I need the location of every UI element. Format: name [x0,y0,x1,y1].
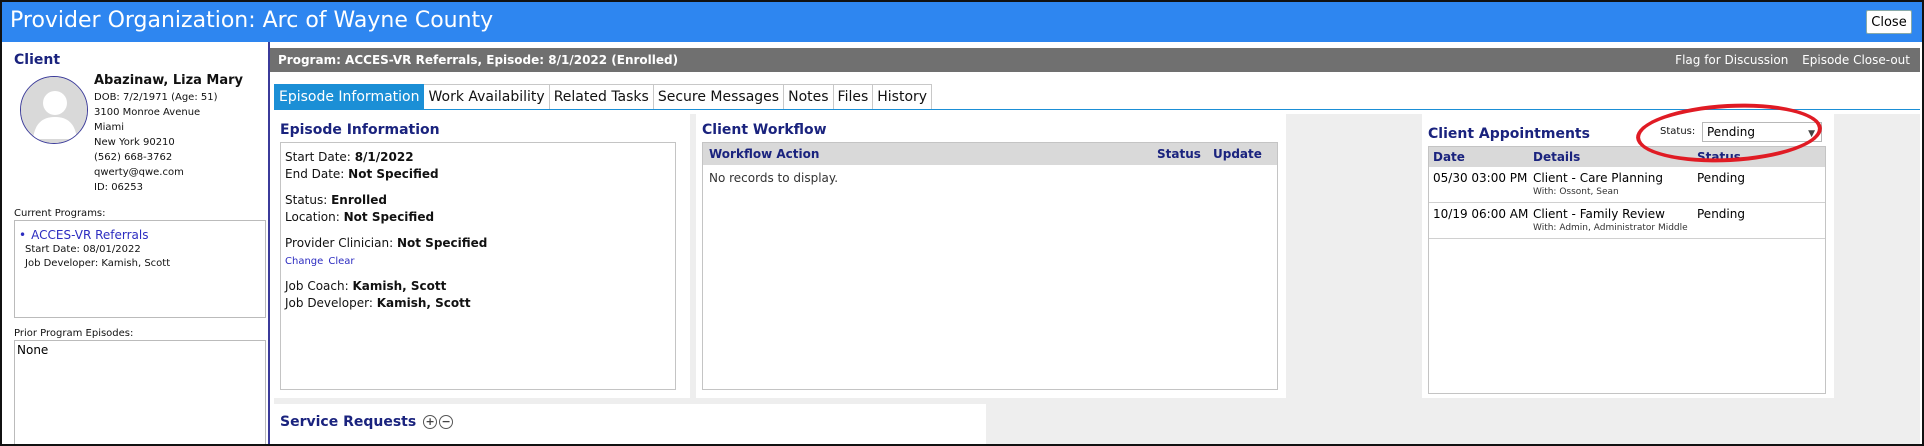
main-area: Program: ACCES-VR Referrals, Episode: 8/… [270,42,1922,444]
appointment-date: 10/19 06:00 AM [1433,207,1529,221]
client-panel: Client Abazinaw, Liza Mary DOB: 7/2/1971… [4,42,270,444]
end-date-value: Not Specified [348,167,439,181]
appointment-details: Client - Care Planning [1533,171,1663,185]
status-label: Status: [285,193,328,207]
minus-circle-icon[interactable]: − [439,415,454,429]
client-workflow-heading: Client Workflow [702,122,827,138]
client-appointments-panel: Client Appointments Status: Pending ▼ Da… [1422,99,1834,398]
col-appointment-date: Date [1433,150,1465,164]
episode-info-box: Start Date: 8/1/2022 End Date: Not Speci… [280,142,676,390]
service-requests-title: Service Requests [280,414,417,430]
clear-clinician-link[interactable]: Clear [328,256,354,267]
tab-bar: Episode Information Work Availability Re… [274,84,933,110]
end-date-label: End Date: [285,167,345,181]
close-button[interactable]: Close [1866,10,1912,34]
client-email: qwerty@qwe.com [94,167,184,178]
current-programs-label: Current Programs: [14,208,106,219]
job-developer-label: Job Developer: [285,296,373,310]
prior-episodes-label: Prior Program Episodes: [14,328,134,339]
appointment-with: With: Admin, Administrator Middle [1533,223,1688,233]
col-workflow-status: Status [1157,147,1201,161]
program-start: Start Date: 08/01/2022 [25,244,141,255]
appointment-details: Client - Family Review [1533,207,1665,221]
program-job-developer: Job Developer: Kamish, Scott [25,258,171,269]
clinician-label: Provider Clinician: [285,236,394,250]
program-link[interactable]: ACCES-VR Referrals [31,228,148,242]
user-silhouette-icon [20,76,88,144]
tab-notes[interactable]: Notes [784,84,834,110]
title-bar: Provider Organization: Arc of Wayne Coun… [2,2,1922,42]
change-clinician-link[interactable]: Change [285,256,323,267]
client-address: 3100 Monroe Avenue [94,107,201,118]
job-coach-value: Kamish, Scott [352,279,447,293]
start-date-label: Start Date: [285,150,351,164]
client-heading: Client [14,52,61,68]
tab-work-availability[interactable]: Work Availability [424,84,550,110]
program-header: Program: ACCES-VR Referrals, Episode: 8/… [270,48,1920,72]
tab-history[interactable]: History [873,84,933,110]
appointments-grid: Date Details Status 05/30 03:00 PM Clien… [1428,146,1826,394]
client-city: Miami [94,122,125,133]
client-name: Abazinaw, Liza Mary [94,73,244,88]
episode-info-panel: Episode Information Start Date: 8/1/2022… [274,114,690,398]
table-row[interactable]: 05/30 03:00 PM Client - Care Planning Wi… [1429,167,1825,203]
current-programs-box: • ACCES-VR Referrals Start Date: 08/01/2… [14,220,266,318]
client-dob: DOB: 7/2/1971 (Age: 51) [94,92,218,103]
appointment-with: With: Ossont, Sean [1533,187,1619,197]
client-appointments-heading: Client Appointments [1428,126,1590,142]
workflow-empty-text: No records to display. [709,171,839,185]
client-phone: (562) 668-3762 [94,152,173,163]
client-state-zip: New York 90210 [94,137,175,148]
flag-discussion-link[interactable]: Flag for Discussion [1675,53,1788,67]
plus-circle-icon[interactable]: + [423,415,438,429]
client-details: Abazinaw, Liza Mary DOB: 7/2/1971 (Age: … [94,72,243,195]
tab-underline [274,109,1920,110]
job-coach-label: Job Coach: [285,279,349,293]
tab-episode-information[interactable]: Episode Information [274,84,425,110]
appointment-status: Pending [1697,207,1745,221]
location-label: Location: [285,210,340,224]
table-row[interactable]: 10/19 06:00 AM Client - Family Review Wi… [1429,203,1825,239]
tab-files[interactable]: Files [833,84,874,110]
program-title: Program: ACCES-VR Referrals, Episode: 8/… [278,53,679,67]
client-workflow-panel: Client Workflow Workflow Action Status U… [696,114,1286,398]
workflow-grid: Workflow Action Status Update No records… [702,142,1278,390]
tab-secure-messages[interactable]: Secure Messages [653,84,785,110]
location-value: Not Specified [343,210,435,224]
window-title: Provider Organization: Arc of Wayne Coun… [10,8,494,33]
col-workflow-update: Update [1213,147,1262,161]
clinician-value: Not Specified [396,236,488,250]
app-window: Provider Organization: Arc of Wayne Coun… [0,0,1924,446]
service-requests-heading: Service Requests + − [280,414,454,430]
tab-content: Episode Information Start Date: 8/1/2022… [274,99,1920,444]
workflow-grid-header: Workflow Action Status Update [703,143,1277,165]
client-id: ID: 06253 [94,182,144,193]
appointment-status: Pending [1697,171,1745,185]
header-actions: Flag for Discussion Episode Close-out [1665,53,1910,67]
episode-info-heading: Episode Information [280,122,440,138]
start-date-value: 8/1/2022 [354,150,414,164]
appointment-date: 05/30 03:00 PM [1433,171,1528,185]
job-developer-value: Kamish, Scott [376,296,471,310]
status-value: Enrolled [331,193,387,207]
tab-related-tasks[interactable]: Related Tasks [549,84,654,110]
episode-closeout-link[interactable]: Episode Close-out [1802,53,1910,67]
prior-episodes-box: None [14,340,266,444]
col-workflow-action: Workflow Action [709,147,820,161]
col-appointment-details: Details [1533,150,1581,164]
prior-episodes-value: None [17,343,49,357]
service-requests-panel: Service Requests + − [274,404,986,444]
